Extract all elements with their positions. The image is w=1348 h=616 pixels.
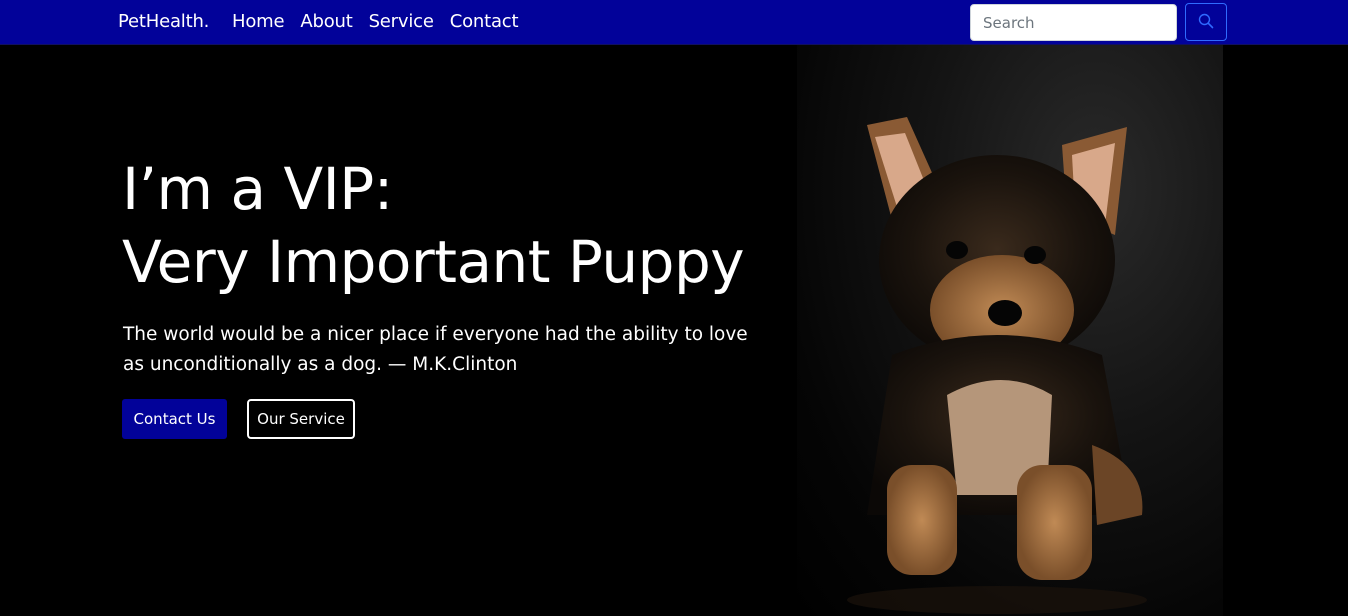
nav-link-home[interactable]: Home: [232, 11, 285, 32]
headline-line-2: Very Important Puppy: [122, 228, 745, 296]
hero-section: I’m a VIP: Very Important Puppy The worl…: [0, 45, 1348, 616]
hero-headline: I’m a VIP: Very Important Puppy: [122, 153, 745, 299]
search-button[interactable]: [1185, 3, 1227, 41]
nav-link-contact[interactable]: Contact: [450, 11, 519, 32]
brand-logo[interactable]: PetHealth.: [118, 11, 209, 32]
nav-link-service[interactable]: Service: [369, 11, 434, 32]
top-navbar: PetHealth. Home About Service Contact: [0, 0, 1348, 45]
hero-quote: The world would be a nicer place if ever…: [123, 324, 748, 375]
nav-link-about[interactable]: About: [300, 11, 352, 32]
puppy-image: [797, 45, 1223, 616]
our-service-button[interactable]: Our Service: [247, 399, 355, 439]
contact-us-button[interactable]: Contact Us: [122, 399, 227, 439]
search-input[interactable]: [970, 4, 1177, 41]
headline-line-1: I’m a VIP:: [122, 155, 393, 223]
search-icon: [1198, 13, 1214, 32]
nav-links: Home About Service Contact: [232, 11, 519, 32]
